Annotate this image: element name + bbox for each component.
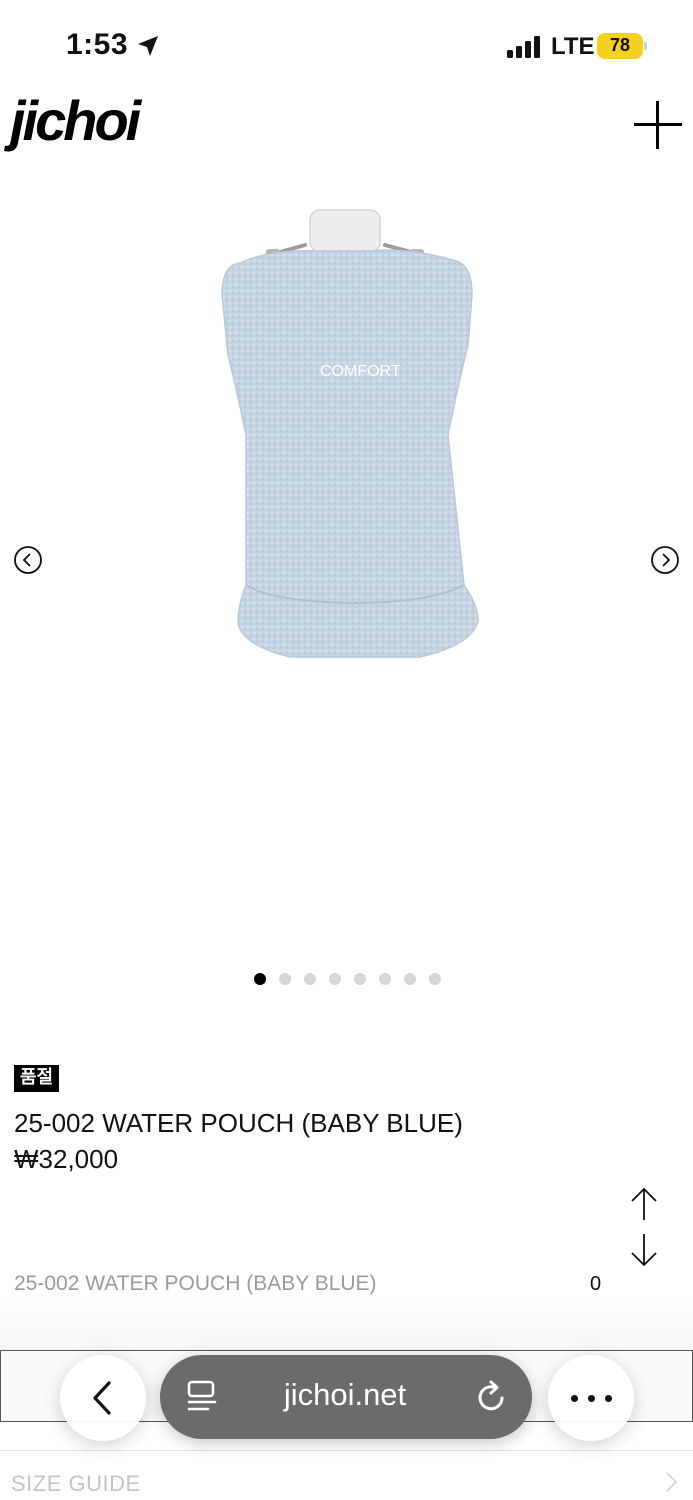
size-guide-row[interactable]: SIZE GUIDE bbox=[0, 1450, 693, 1500]
chevron-left-icon bbox=[93, 1381, 111, 1415]
carousel-pagination bbox=[254, 973, 441, 985]
carousel-dot[interactable] bbox=[429, 973, 441, 985]
status-time: 1:53 bbox=[66, 28, 129, 61]
bottle-cap bbox=[309, 209, 381, 253]
carousel-dot[interactable] bbox=[354, 973, 366, 985]
size-guide-label: SIZE GUIDE bbox=[11, 1471, 141, 1496]
browser-back-button[interactable] bbox=[60, 1355, 146, 1441]
carousel-dot[interactable] bbox=[329, 973, 341, 985]
more-dot bbox=[571, 1395, 578, 1402]
product-title: 25-002 WATER POUCH (BABY BLUE) bbox=[14, 1108, 463, 1138]
pouch-embroidery: COMFORT bbox=[320, 363, 401, 380]
carousel-dot[interactable] bbox=[404, 973, 416, 985]
location-arrow-icon bbox=[138, 36, 158, 56]
network-type: LTE bbox=[551, 33, 595, 60]
more-dot bbox=[605, 1395, 612, 1402]
option-quantity[interactable]: 0 bbox=[590, 1273, 601, 1296]
carousel-next-button[interactable] bbox=[650, 545, 680, 575]
more-dot bbox=[588, 1395, 595, 1402]
product-image: COMFORT bbox=[221, 209, 479, 658]
battery-icon: 78 bbox=[597, 33, 647, 59]
battery-level: 78 bbox=[609, 35, 631, 55]
menu-plus-button[interactable] bbox=[630, 97, 686, 153]
scroll-up-arrow-icon[interactable] bbox=[628, 1186, 660, 1222]
carousel-dot[interactable] bbox=[279, 973, 291, 985]
brand-logo[interactable]: jichoi bbox=[10, 88, 141, 153]
carousel-dot[interactable] bbox=[304, 973, 316, 985]
sold-out-badge: 품절 bbox=[14, 1065, 60, 1092]
cellular-signal-icon bbox=[507, 36, 540, 58]
page-menu-icon[interactable] bbox=[186, 1379, 218, 1415]
url-text: jichoi.net bbox=[283, 1377, 407, 1412]
product-price: ₩32,000 bbox=[14, 1144, 119, 1174]
carousel-prev-button[interactable] bbox=[13, 545, 43, 575]
address-bar[interactable]: jichoi.net bbox=[160, 1355, 532, 1439]
carousel-dot[interactable] bbox=[379, 973, 391, 985]
status-bar: 1:53 LTE 78 bbox=[0, 0, 693, 92]
reload-icon[interactable] bbox=[474, 1378, 510, 1416]
carousel-dot[interactable] bbox=[254, 973, 266, 985]
scroll-down-arrow-icon[interactable] bbox=[628, 1232, 660, 1268]
chevron-right-icon bbox=[666, 1472, 678, 1492]
pouch-body bbox=[221, 249, 479, 658]
more-options-button[interactable] bbox=[548, 1355, 634, 1441]
selected-option-name: 25-002 WATER POUCH (BABY BLUE) bbox=[14, 1272, 377, 1295]
